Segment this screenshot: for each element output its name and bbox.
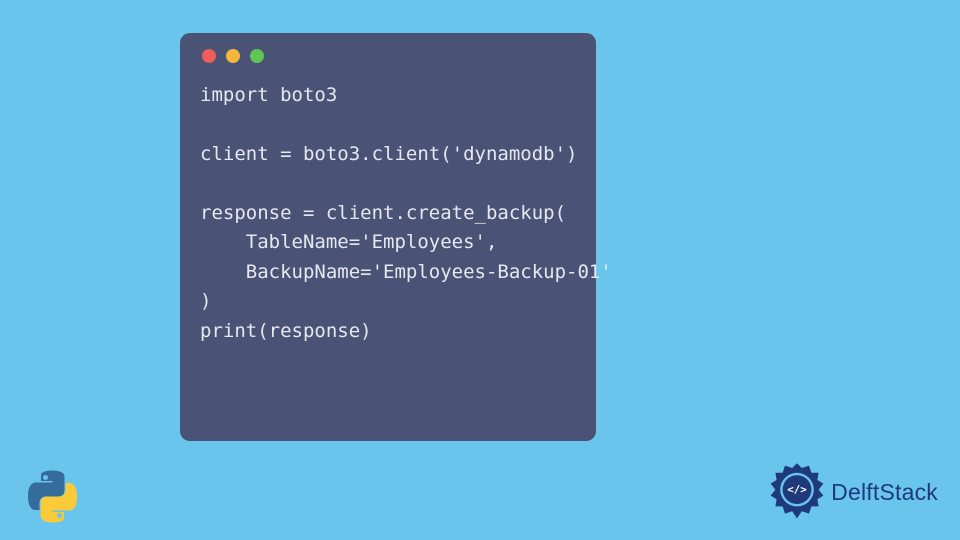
maximize-icon — [250, 49, 264, 63]
minimize-icon — [226, 49, 240, 63]
code-block: import boto3 client = boto3.client('dyna… — [200, 81, 576, 346]
close-icon — [202, 49, 216, 63]
delftstack-logo: </> DelftStack — [767, 462, 938, 522]
brand-name: DelftStack — [831, 479, 938, 506]
code-window: import boto3 client = boto3.client('dyna… — [180, 33, 596, 441]
svg-text:</>: </> — [787, 483, 807, 496]
gear-icon: </> — [767, 462, 827, 522]
python-logo-icon — [25, 469, 80, 524]
window-titlebar — [200, 49, 576, 63]
